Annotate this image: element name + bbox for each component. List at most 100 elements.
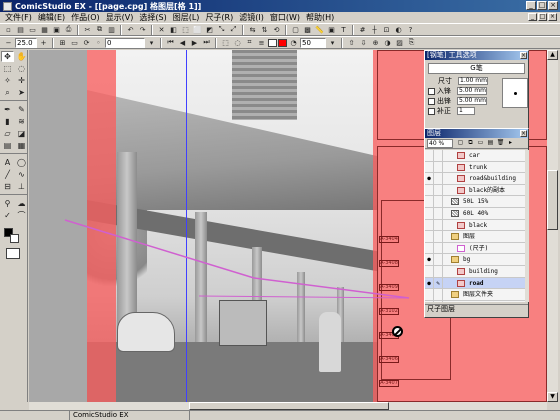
scroll-up-icon[interactable]: ▲ — [547, 50, 558, 60]
grid-icon[interactable]: # — [357, 25, 368, 35]
lasso-select-icon[interactable]: ◌ — [232, 38, 243, 48]
move-icon[interactable]: ✥ — [1, 51, 14, 62]
open-folder-icon[interactable]: ▦ — [39, 25, 50, 35]
frame-cut-icon[interactable]: ⊟ — [1, 181, 14, 192]
new-file-icon[interactable]: ▫ — [3, 25, 14, 35]
layer-edit-icon[interactable] — [434, 161, 443, 173]
layer-row[interactable]: TMS 2024ロ~ — [425, 300, 525, 302]
mask-icon[interactable]: ◑ — [382, 38, 393, 48]
flip-h-icon[interactable]: ⇆ — [247, 25, 258, 35]
duplicate-layer-icon[interactable]: ⧉ — [466, 139, 475, 148]
menu-window[interactable]: 窗口(W) — [267, 12, 303, 23]
layer-row[interactable]: ● ✎ road — [425, 277, 525, 290]
layer-new-icon[interactable]: ▢ — [290, 25, 301, 35]
fit-window-icon[interactable]: ⊞ — [57, 38, 68, 48]
zoom-icon[interactable]: ⌕ — [1, 87, 14, 98]
transform-icon[interactable]: ⤡ — [216, 25, 227, 35]
layer-visibility-icon[interactable] — [425, 231, 434, 243]
layer-edit-icon[interactable] — [434, 231, 443, 243]
menu-filter[interactable]: 滤镜(I) — [236, 12, 267, 23]
select-all-icon[interactable]: ⬚ — [180, 25, 191, 35]
menu-work[interactable]: 作品(O) — [68, 12, 103, 23]
text-tool-icon[interactable]: A — [1, 157, 14, 168]
actual-size-icon[interactable]: ▭ — [69, 38, 80, 48]
nav-first-icon[interactable]: ⏮ — [165, 38, 176, 48]
paper-color-swatch[interactable] — [268, 38, 277, 47]
undo-icon[interactable]: ↶ — [125, 25, 136, 35]
horizontal-scrollbar[interactable] — [29, 402, 547, 410]
horizontal-scroll-thumb[interactable] — [189, 402, 389, 410]
help-icon[interactable]: ? — [405, 25, 416, 35]
brush-size-input[interactable]: 0 — [105, 37, 145, 48]
transparent-color-swatch[interactable] — [6, 248, 20, 259]
align-icon[interactable]: ≡ — [256, 38, 267, 48]
flip-v-icon[interactable]: ⇅ — [259, 25, 270, 35]
pattern-icon[interactable]: ▦ — [15, 140, 28, 151]
layer-visibility-icon[interactable] — [425, 196, 434, 208]
in-stroke-checkbox[interactable] — [428, 87, 435, 95]
save-icon[interactable]: ▣ — [51, 25, 62, 35]
nav-last-icon[interactable]: ⏭ — [201, 38, 212, 48]
layer-edit-icon[interactable] — [434, 173, 443, 185]
menu-edit[interactable]: 编辑(E) — [35, 12, 68, 23]
layer-row[interactable]: black的副本 — [425, 184, 525, 197]
marker-icon[interactable]: ▮ — [1, 116, 14, 127]
correction-checkbox[interactable] — [428, 107, 435, 115]
pencil-icon[interactable]: ✎ — [15, 104, 28, 115]
ruler-icon[interactable]: 📏 — [314, 25, 325, 35]
preview-icon[interactable]: ◐ — [393, 25, 404, 35]
layer-visibility-icon[interactable] — [425, 219, 434, 231]
layer-row[interactable]: 图层 — [425, 231, 525, 243]
layer-edit-icon[interactable] — [434, 207, 443, 219]
menu-help[interactable]: 帮助(H) — [303, 12, 337, 23]
hand-icon[interactable]: ✋ — [15, 51, 28, 62]
menu-view[interactable]: 显示(V) — [103, 12, 137, 23]
scroll-down-icon[interactable]: ▼ — [547, 392, 558, 402]
layer-edit-icon[interactable]: ✎ — [434, 277, 443, 289]
output-icon[interactable]: ⎘ — [406, 38, 417, 48]
open-file-icon[interactable]: ▤ — [15, 25, 26, 35]
layer-row[interactable]: car — [425, 150, 525, 162]
layer-row[interactable]: 50L 15% — [425, 196, 525, 208]
layer-edit-icon[interactable] — [434, 300, 443, 302]
layer-row[interactable]: black — [425, 219, 525, 232]
red-color-swatch[interactable] — [278, 38, 287, 47]
doc-minimize-button[interactable]: _ — [528, 13, 537, 21]
vertical-scroll-thumb[interactable] — [547, 170, 558, 230]
new-page-icon[interactable]: ▭ — [27, 25, 38, 35]
nav-next-icon[interactable]: ▶ — [189, 38, 200, 48]
tone-icon[interactable]: ▩ — [302, 25, 313, 35]
opacity-input[interactable]: 50 — [300, 37, 326, 48]
cut-icon[interactable]: ✂ — [82, 25, 93, 35]
layer-folder-icon[interactable]: ▭ — [476, 139, 485, 148]
sub-color-swatch[interactable] — [10, 234, 19, 243]
menu-select[interactable]: 选择(S) — [136, 12, 169, 23]
print-icon[interactable]: ⎙ — [63, 25, 74, 35]
balloon-icon[interactable]: ◯ — [15, 157, 28, 168]
clear-icon[interactable]: ✕ — [156, 25, 167, 35]
airbrush-icon[interactable]: ≋ — [15, 116, 28, 127]
layer-edit-icon[interactable] — [434, 219, 443, 231]
layer-up-icon[interactable]: ⇧ — [346, 38, 357, 48]
correction-input[interactable]: 1 — [457, 107, 475, 115]
delete-layer-icon[interactable]: 🗑 — [496, 139, 505, 148]
layer-edit-icon[interactable] — [434, 242, 443, 254]
redo-icon[interactable]: ↷ — [137, 25, 148, 35]
subtool-selector[interactable]: G笔 — [428, 63, 525, 74]
layer-thumb-zoom-input[interactable]: 40 % — [427, 138, 453, 148]
paste-icon[interactable]: ▥ — [106, 25, 117, 35]
pen-icon[interactable]: ✒ — [1, 104, 14, 115]
brush-size-icon[interactable]: ◦ — [93, 38, 104, 48]
zoom-input[interactable]: 25.0 — [15, 37, 37, 48]
out-stroke-input[interactable]: 5.00 mm — [457, 97, 487, 105]
bucket-icon[interactable]: ◪ — [15, 128, 28, 139]
curve-icon[interactable]: ∿ — [15, 169, 28, 180]
layer-visibility-icon[interactable] — [425, 265, 434, 277]
layer-visibility-icon[interactable]: ● — [425, 277, 434, 289]
layer-row[interactable]: trunk — [425, 161, 525, 174]
layers-scrollbar[interactable] — [525, 150, 529, 302]
size-input[interactable]: 1.00 mm — [458, 77, 488, 85]
close-button[interactable]: × — [548, 1, 558, 10]
line-icon[interactable]: ╱ — [1, 169, 14, 180]
layer-visibility-icon[interactable] — [425, 150, 434, 161]
